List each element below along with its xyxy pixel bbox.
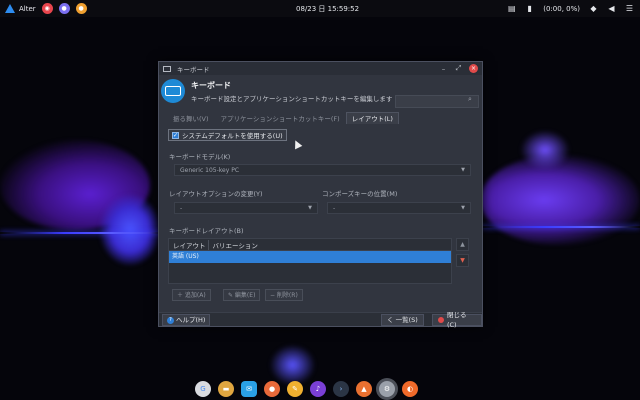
move-up-icon[interactable]: ▲ [456, 238, 469, 251]
keyboard-layout-label: キーボードレイアウト(B) [169, 227, 244, 235]
help-button-label: ヘルプ(H) [176, 316, 206, 324]
chevron-down-icon: ▼ [461, 167, 465, 173]
keyboard-model-value: Generic 105-key PC [180, 166, 240, 174]
compose-key-select[interactable]: - ▼ [327, 202, 471, 214]
layout-option-value: - [180, 204, 183, 212]
wifi-icon[interactable]: ◆ [589, 4, 598, 14]
back-to-list-button[interactable]: く 一覧(S) [381, 314, 424, 326]
file-manager-icon[interactable]: ▬ [218, 381, 234, 397]
layout-option-select[interactable]: - ▼ [174, 202, 318, 214]
layout-option-label: レイアウトオプションの変更(Y) [169, 190, 263, 198]
app-launcher-icon[interactable]: ◉ [41, 3, 53, 14]
launcher-logo-icon[interactable] [5, 4, 15, 13]
close-icon[interactable]: × [469, 64, 478, 73]
notifications-icon[interactable]: ☰ [625, 4, 634, 14]
system-tray: ▤ ▮ (0:00, 0%) ◆ ◀ ☰ [507, 2, 634, 15]
keyboard-model-label: キーボードモデル(K) [169, 153, 231, 161]
keyboard-settings-window: キーボード – ⤢ × キーボード キーボード設定とアプリケーションショートカッ… [158, 61, 483, 329]
keyboard-model-select[interactable]: Generic 105-key PC ▼ [174, 164, 471, 176]
firefox-icon[interactable]: ◐ [402, 381, 418, 397]
chevron-down-icon: ▼ [308, 205, 312, 211]
settings-app-icon[interactable]: ● [75, 3, 87, 14]
clock[interactable]: 08/23 日 15:59:52 [296, 4, 359, 14]
top-panel: Alter ◉ ● ● 08/23 日 15:59:52 ▤ ▮ (0:00, … [0, 0, 640, 17]
move-down-icon[interactable]: ▼ [456, 254, 469, 267]
close-button-label: 閉じる(C) [446, 311, 467, 329]
software-center-icon[interactable]: ● [264, 381, 280, 397]
use-system-default-label[interactable]: システムデフォルトを使用する(U) [182, 130, 283, 140]
text-editor-icon[interactable]: ✎ [287, 381, 303, 397]
search-icon[interactable]: ⌕ [464, 95, 476, 105]
music-player-icon[interactable]: ♪ [310, 381, 326, 397]
battery-text[interactable]: (0:00, 0%) [543, 5, 580, 13]
layout-row-english-us[interactable]: 英語 (US) [169, 251, 451, 263]
dialog-header: キーボード キーボード設定とアプリケーションショートカットキーを編集します ⌕ [159, 75, 482, 108]
use-system-default-checkbox[interactable]: ✓ [172, 131, 179, 139]
launcher-label[interactable]: Alter [19, 5, 36, 13]
dialog-footer: ? ヘルプ(H) く 一覧(S) 閉じる(C) [159, 311, 482, 329]
compose-key-value: - [333, 204, 336, 212]
tab-bar: 振る舞い(V) アプリケーションショートカットキー(F) レイアウト(L) [167, 112, 399, 124]
help-icon: ? [167, 316, 174, 324]
close-dot-icon [438, 317, 444, 323]
close-button[interactable]: 閉じる(C) [432, 311, 482, 329]
terminal-icon[interactable]: › [333, 381, 349, 397]
package-manager-icon[interactable]: ▲ [356, 381, 372, 397]
keyboard-badge-icon [161, 79, 185, 103]
keyboard-icon [163, 65, 171, 72]
clipboard-icon[interactable]: ▤ [507, 4, 516, 14]
compose-key-label: コンポーズキーの位置(M) [322, 190, 398, 198]
dock: G ▬ ✉ ● ✎ ♪ › ▲ ⚙ ◐ [195, 378, 418, 400]
chrome-browser-icon[interactable]: G [195, 381, 211, 397]
mail-icon[interactable]: ✉ [241, 381, 257, 397]
minimize-icon[interactable]: – [439, 64, 448, 73]
chevron-down-icon: ▼ [461, 205, 465, 211]
back-to-list-label: く 一覧(S) [387, 316, 418, 324]
maximize-icon[interactable]: ⤢ [454, 64, 463, 73]
header-title: キーボード [191, 80, 231, 90]
help-button[interactable]: ? ヘルプ(H) [162, 314, 211, 326]
window-titlebar[interactable]: キーボード – ⤢ × [159, 62, 482, 75]
column-header-variation[interactable]: バリエーション [207, 239, 258, 250]
keyboard-layout-list[interactable]: レイアウト バリエーション 英語 (US) [168, 238, 452, 284]
column-header-layout[interactable]: レイアウト [169, 240, 206, 250]
battery-icon[interactable]: ▮ [525, 4, 534, 14]
edit-layout-button[interactable]: ✎ 編集(E) [223, 289, 261, 301]
remove-layout-button[interactable]: − 削除(R) [265, 289, 303, 301]
layout-list-header: レイアウト バリエーション [169, 239, 451, 251]
use-system-default-checkbox-row[interactable]: ✓ システムデフォルトを使用する(U) [168, 129, 287, 141]
add-layout-button[interactable]: ＋ 追加(A) [172, 289, 211, 301]
volume-icon[interactable]: ◀ [607, 4, 616, 14]
tab-app-shortcuts[interactable]: アプリケーションショートカットキー(F) [215, 112, 346, 124]
window-title: キーボード [177, 65, 210, 74]
system-settings-icon[interactable]: ⚙ [379, 381, 395, 397]
tab-behavior[interactable]: 振る舞い(V) [167, 112, 215, 124]
tab-layout[interactable]: レイアウト(L) [345, 112, 399, 124]
files-app-icon[interactable]: ● [58, 3, 70, 14]
header-description: キーボード設定とアプリケーションショートカットキーを編集します [191, 94, 393, 103]
